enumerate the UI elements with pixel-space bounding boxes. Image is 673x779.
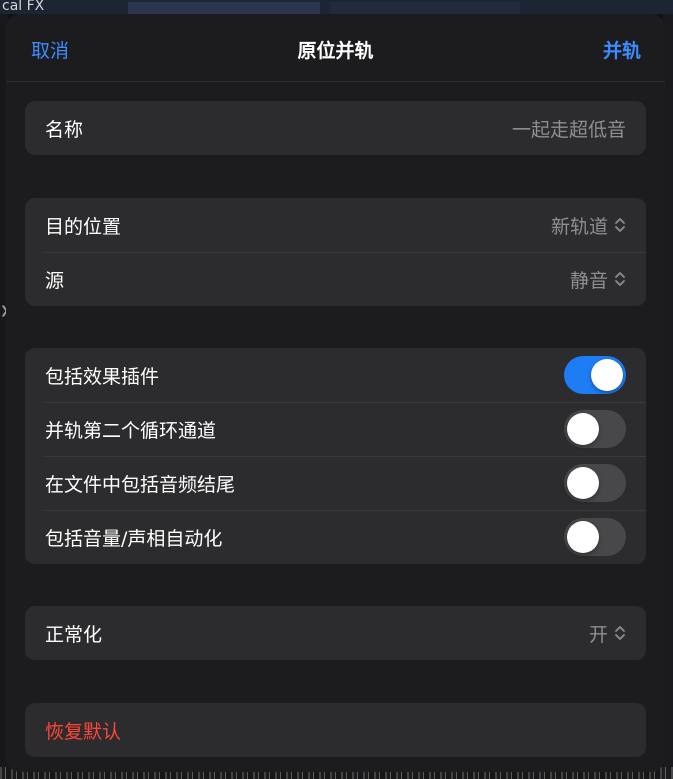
background-track-region: [330, 2, 520, 14]
name-label: 名称: [45, 118, 84, 141]
normalize-row[interactable]: 正常化 开: [25, 606, 646, 660]
name-group: 名称 一起走超低音: [25, 101, 646, 155]
sheet-title: 原位并轨: [297, 40, 374, 62]
reset-group: 恢复默认: [25, 703, 646, 757]
include-effects-label: 包括效果插件: [45, 365, 160, 388]
destination-group: 目的位置 新轨道 源 静音: [25, 198, 646, 306]
second-cycle-row: 并轨第二个循环通道: [25, 402, 646, 456]
automation-row: 包括音量/声相自动化: [25, 510, 646, 564]
automation-toggle[interactable]: [564, 518, 626, 556]
source-value: 静音: [569, 269, 608, 292]
normalize-popup[interactable]: 开: [589, 620, 626, 647]
background-track-region: [128, 2, 320, 14]
normalize-label: 正常化: [45, 623, 103, 646]
toggle-knob: [591, 359, 623, 391]
sheet-nav-bar: 取消 原位并轨 并轨: [6, 14, 665, 82]
second-cycle-toggle[interactable]: [564, 410, 626, 448]
audio-tail-label: 在文件中包括音频结尾: [45, 473, 236, 496]
include-effects-row: 包括效果插件: [25, 348, 646, 402]
destination-label: 目的位置: [45, 215, 122, 238]
source-row[interactable]: 源 静音: [25, 252, 646, 306]
second-cycle-label: 并轨第二个循环通道: [45, 419, 217, 442]
background-track-label: cal FX: [2, 0, 45, 14]
name-row[interactable]: 名称 一起走超低音: [25, 101, 646, 155]
chevron-up-down-icon: [614, 270, 626, 288]
normalize-value: 开: [588, 623, 608, 646]
source-label: 源: [45, 269, 65, 292]
reset-defaults-button[interactable]: 恢复默认: [25, 703, 646, 757]
bounce-in-place-sheet: 取消 原位并轨 并轨 名称 一起走超低音 目的位置 新轨道 源 静音 包括效果插…: [6, 14, 665, 772]
chevron-up-down-icon: [614, 216, 626, 234]
toggle-knob: [567, 521, 599, 553]
toggle-knob: [567, 413, 599, 445]
options-group: 包括效果插件 并轨第二个循环通道 在文件中包括音频结尾 包括音量/声相自动化: [25, 348, 646, 564]
audio-tail-toggle[interactable]: [564, 464, 626, 502]
toggle-knob: [567, 467, 599, 499]
destination-popup[interactable]: 新轨道: [551, 212, 626, 239]
destination-row[interactable]: 目的位置 新轨道: [25, 198, 646, 252]
audio-tail-row: 在文件中包括音频结尾: [25, 456, 646, 510]
include-effects-toggle[interactable]: [564, 356, 626, 394]
bounce-button[interactable]: 并轨: [603, 36, 641, 63]
destination-value: 新轨道: [550, 215, 608, 238]
reset-defaults-label: 恢复默认: [45, 720, 122, 743]
automation-label: 包括音量/声相自动化: [45, 527, 223, 550]
name-field[interactable]: 一起走超低音: [512, 115, 626, 142]
source-popup[interactable]: 静音: [570, 266, 626, 293]
background-track-strip: cal FX: [0, 0, 673, 14]
chevron-up-down-icon: [614, 624, 626, 642]
normalize-group: 正常化 开: [25, 606, 646, 660]
